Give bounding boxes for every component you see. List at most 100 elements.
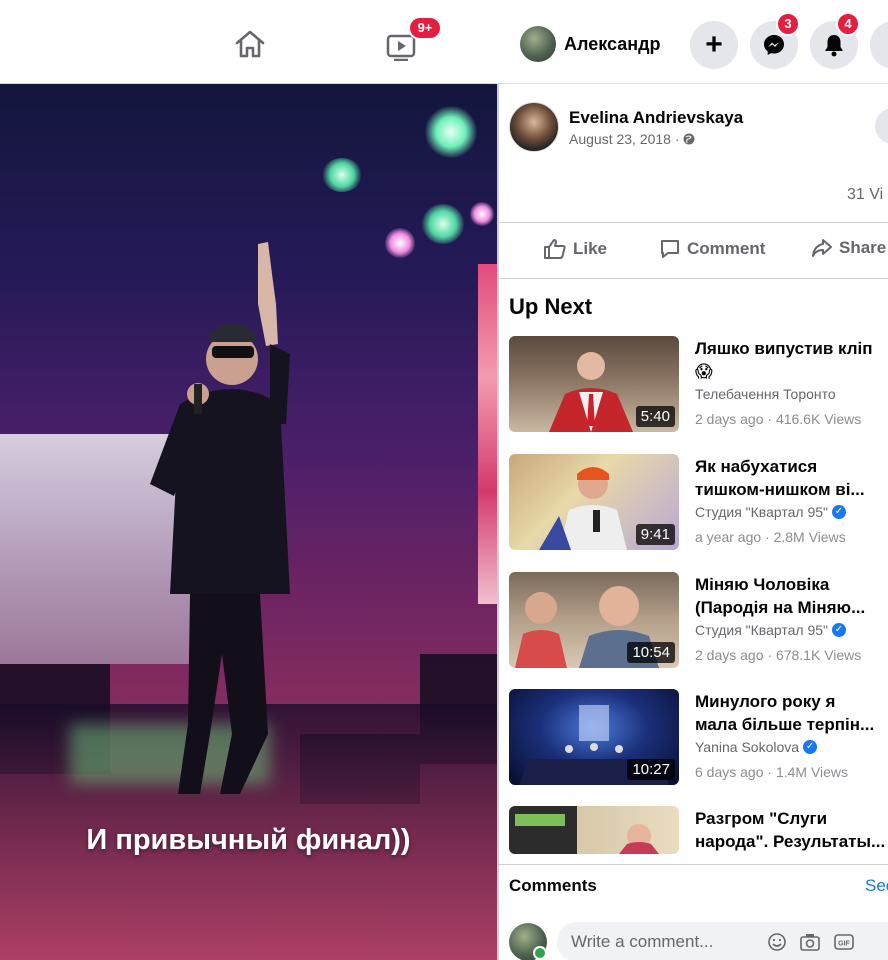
comment-input[interactable]: Write a comment... GIF	[557, 922, 888, 960]
video-title-line: Ляшко випустив кліп	[695, 339, 873, 358]
up-next-item[interactable]: 10:27 Минулого року я мала більше терпін…	[509, 689, 888, 789]
video-caption: И привычный финал))	[86, 824, 411, 856]
comment-tools: GIF	[767, 932, 855, 952]
plus-icon: +	[705, 28, 723, 61]
video-title-line: Як набухатися	[695, 457, 818, 476]
singer-figure	[150, 242, 290, 794]
video-title: Ляшко випустив кліп 😱	[695, 337, 888, 383]
create-button[interactable]: +	[690, 21, 738, 69]
comment-button[interactable]: Comment	[659, 238, 765, 260]
video-title-line: Минулого року я	[695, 692, 836, 711]
video-title-line: Разгром "Слуги	[695, 809, 828, 828]
channel-name: Телебачення Торонто	[695, 386, 836, 402]
divider	[499, 278, 888, 279]
view-count: 31 Vi	[847, 186, 884, 203]
video-duration: 10:54	[627, 642, 675, 663]
account-menu-button[interactable]	[870, 21, 888, 69]
stage-light	[422, 204, 464, 244]
share-label: Share	[839, 238, 887, 257]
video-title: Разгром "Слуги народа". Результаты...	[695, 807, 888, 853]
post-date-text: August 23, 2018 ·	[569, 130, 680, 147]
post-options-button[interactable]	[875, 108, 888, 144]
notifications-button[interactable]: 4	[810, 12, 860, 69]
avatar	[520, 26, 556, 62]
video-duration: 10:27	[627, 759, 675, 780]
like-label: Like	[573, 239, 608, 258]
gif-icon[interactable]: GIF	[833, 932, 855, 952]
emoji-icon[interactable]	[767, 932, 787, 952]
channel-name: Студия "Квартал 95"	[695, 504, 828, 520]
messenger-badge: 3	[776, 12, 800, 36]
video-channel[interactable]: Студия "Квартал 95" ✓	[695, 504, 846, 520]
video-title-line: Міняю Чоловіка	[695, 575, 830, 594]
channel-name: Студия "Квартал 95"	[695, 622, 828, 638]
up-next-item[interactable]: Разгром "Слуги народа". Результаты...	[509, 806, 888, 854]
stage-light	[385, 228, 415, 258]
share-button[interactable]: Share	[811, 238, 886, 258]
video-title-line: 😱	[695, 362, 713, 381]
stage-light	[470, 202, 494, 226]
globe-icon	[683, 133, 695, 144]
poster-avatar[interactable]	[509, 102, 559, 152]
post-side-panel: Evelina Andrievskaya August 23, 2018 · 3…	[497, 84, 888, 960]
like-button[interactable]: Like	[543, 238, 607, 260]
post-actions: Like Comment Share	[499, 232, 888, 272]
video-thumbnail[interactable]: 5:40	[509, 336, 679, 432]
messenger-icon	[764, 35, 784, 55]
profile-name: Александр	[564, 33, 661, 54]
video-channel[interactable]: Студия "Квартал 95" ✓	[695, 622, 846, 638]
comment-composer: Write a comment... GIF	[509, 920, 888, 960]
video-player[interactable]: И привычный финал))	[0, 84, 497, 960]
up-next-heading: Up Next	[509, 294, 593, 319]
comment-label: Comment	[687, 239, 766, 258]
up-next-item[interactable]: 5:40 Ляшко випустив кліп 😱 Телебачення Т…	[509, 336, 888, 436]
see-all-comments-link[interactable]: See	[865, 876, 888, 896]
share-icon	[812, 239, 832, 257]
video-meta: a year ago · 2.8M Views	[695, 529, 846, 545]
video-meta: 6 days ago · 1.4M Views	[695, 764, 849, 780]
poster-name[interactable]: Evelina Andrievskaya	[569, 108, 743, 128]
video-meta: 2 days ago · 416.6K Views	[695, 411, 862, 427]
top-navigation-bar: 9+ Александр + 3 4	[0, 0, 888, 84]
video-meta: 2 days ago · 678.1K Views	[695, 647, 862, 663]
messenger-button[interactable]: 3	[750, 12, 800, 69]
video-title-line: народа". Результаты...	[695, 832, 886, 851]
channel-name: Yanina Sokolova	[695, 739, 800, 755]
video-title-line: тишком-нишком ві...	[695, 480, 865, 499]
up-next-item[interactable]: 9:41 Як набухатися тишком-нишком ві... С…	[509, 454, 888, 554]
video-title-line: (Пародія на Міняю...	[695, 598, 866, 617]
comments-heading: Comments	[509, 876, 597, 895]
video-duration: 9:41	[635, 524, 675, 545]
thumbs-up-icon	[544, 239, 566, 259]
video-duration: 5:40	[635, 406, 675, 427]
svg-text:GIF: GIF	[838, 941, 850, 948]
video-thumbnail[interactable]: 10:54	[509, 572, 679, 668]
stage-light	[322, 158, 362, 192]
profile-chip[interactable]: Александр	[520, 24, 661, 64]
watch-nav-button[interactable]: 9+	[380, 16, 442, 66]
home-icon[interactable]	[228, 24, 272, 64]
stage-screen	[478, 264, 497, 604]
verified-icon: ✓	[832, 505, 846, 519]
video-title: Як набухатися тишком-нишком ві...	[695, 455, 888, 501]
video-thumbnail[interactable]	[509, 806, 679, 854]
video-thumbnail[interactable]: 9:41	[509, 454, 679, 550]
video-title-line: мала більше терпін...	[695, 715, 875, 734]
camera-icon[interactable]	[799, 932, 821, 952]
post-date[interactable]: August 23, 2018 ·	[569, 131, 743, 147]
video-title: Минулого року я мала більше терпін...	[695, 690, 888, 736]
video-channel[interactable]: Yanina Sokolova ✓	[695, 739, 818, 755]
comment-placeholder: Write a comment...	[571, 932, 714, 951]
divider	[499, 222, 888, 223]
up-next-item[interactable]: 10:54 Міняю Чоловіка (Пародія на Міняю..…	[509, 572, 888, 672]
watch-badge: 9+	[408, 16, 442, 40]
avatar	[509, 923, 547, 960]
video-thumbnail[interactable]: 10:27	[509, 689, 679, 785]
video-title: Міняю Чоловіка (Пародія на Міняю...	[695, 573, 888, 619]
video-channel[interactable]: Телебачення Торонто	[695, 386, 836, 402]
post-header: Evelina Andrievskaya August 23, 2018 ·	[509, 102, 743, 152]
divider	[499, 864, 888, 865]
comment-icon	[661, 240, 679, 258]
notifications-badge: 4	[836, 12, 860, 36]
bell-icon	[825, 35, 843, 57]
